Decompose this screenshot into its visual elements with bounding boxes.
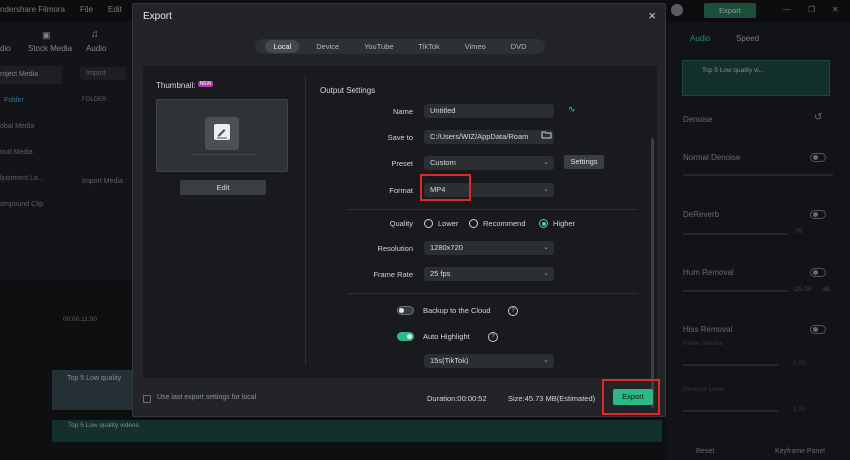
auto-highlight-label: Auto Highlight [423, 332, 470, 341]
use-last-settings-label[interactable]: Use last export settings for local [157, 394, 256, 401]
use-last-settings-checkbox[interactable] [143, 395, 151, 403]
format-highlight-box [420, 174, 471, 201]
export-dialog: Export × Local Device YouTube TikTok Vim… [132, 3, 666, 417]
close-icon[interactable]: × [648, 8, 656, 23]
format-label: Format [389, 186, 413, 195]
output-settings-title: Output Settings [320, 86, 376, 95]
frame-rate-label: Frame Rate [373, 270, 413, 279]
help-icon[interactable]: ? [488, 332, 498, 342]
ai-rename-icon[interactable]: ∿ [568, 104, 576, 115]
chevron-down-icon: ⌄ [543, 159, 549, 166]
save-path-input[interactable]: C:/Users/WIZ/AppData/Roam [424, 130, 554, 144]
name-input[interactable]: Untitled [424, 104, 554, 118]
frame-rate-select[interactable]: 25 fps ⌄ [424, 267, 554, 281]
export-content: Thumbnail: NEW Edit Output Settings Name … [143, 66, 657, 408]
tab-device[interactable]: Device [308, 40, 347, 53]
save-to-label: Save to [387, 133, 413, 142]
preset-label: Preset [391, 159, 413, 168]
duration-readout: Duration:00:00:52 [427, 394, 487, 403]
tab-youtube[interactable]: YouTube [356, 40, 401, 53]
backup-cloud-label: Backup to the Cloud [423, 306, 491, 315]
help-icon[interactable]: ? [508, 306, 518, 316]
name-label: Name [392, 107, 413, 116]
backup-cloud-toggle[interactable] [397, 306, 414, 315]
quality-label: Quality [389, 219, 413, 228]
edit-thumbnail-button[interactable]: Edit [180, 180, 266, 195]
tab-tiktok[interactable]: TikTok [410, 40, 447, 53]
auto-highlight-toggle[interactable] [397, 332, 414, 341]
size-readout: Size:45.73 MB(Estimated) [508, 394, 596, 403]
thumbnail-edit-icon-box [205, 117, 239, 150]
thumbnail-label: Thumbnail: NEW [156, 81, 214, 90]
chevron-down-icon: ⌄ [543, 244, 549, 251]
preset-settings-button[interactable]: Settings [564, 155, 604, 169]
chevron-down-icon: ⌄ [543, 357, 549, 364]
dialog-title: Export [143, 11, 172, 22]
export-tabs: Local Device YouTube TikTok Vimeo DVD [255, 39, 545, 54]
scrollbar[interactable] [651, 138, 654, 408]
new-badge: NEW [197, 81, 214, 87]
quality-higher-radio[interactable] [539, 219, 548, 228]
quality-recommend-label[interactable]: Recommend [483, 219, 526, 228]
export-highlight-box [602, 379, 660, 415]
quality-lower-radio[interactable] [424, 219, 433, 228]
resolution-select[interactable]: 1280x720 ⌄ [424, 241, 554, 255]
chevron-down-icon: ⌄ [543, 186, 549, 193]
folder-icon[interactable] [541, 129, 552, 142]
tab-dvd[interactable]: DVD [503, 40, 535, 53]
highlight-duration-select[interactable]: 15s(TikTok) ⌄ [424, 354, 554, 368]
quality-higher-label[interactable]: Higher [553, 219, 575, 228]
quality-lower-label[interactable]: Lower [438, 219, 458, 228]
tab-vimeo[interactable]: Vimeo [457, 40, 494, 53]
resolution-label: Resolution [377, 244, 413, 253]
tab-local[interactable]: Local [265, 40, 300, 53]
preset-select[interactable]: Custom ⌄ [424, 156, 554, 170]
thumbnail-preview[interactable] [156, 99, 288, 172]
pencil-icon [214, 124, 230, 140]
quality-recommend-radio[interactable] [469, 219, 478, 228]
chevron-down-icon: ⌄ [543, 270, 549, 277]
